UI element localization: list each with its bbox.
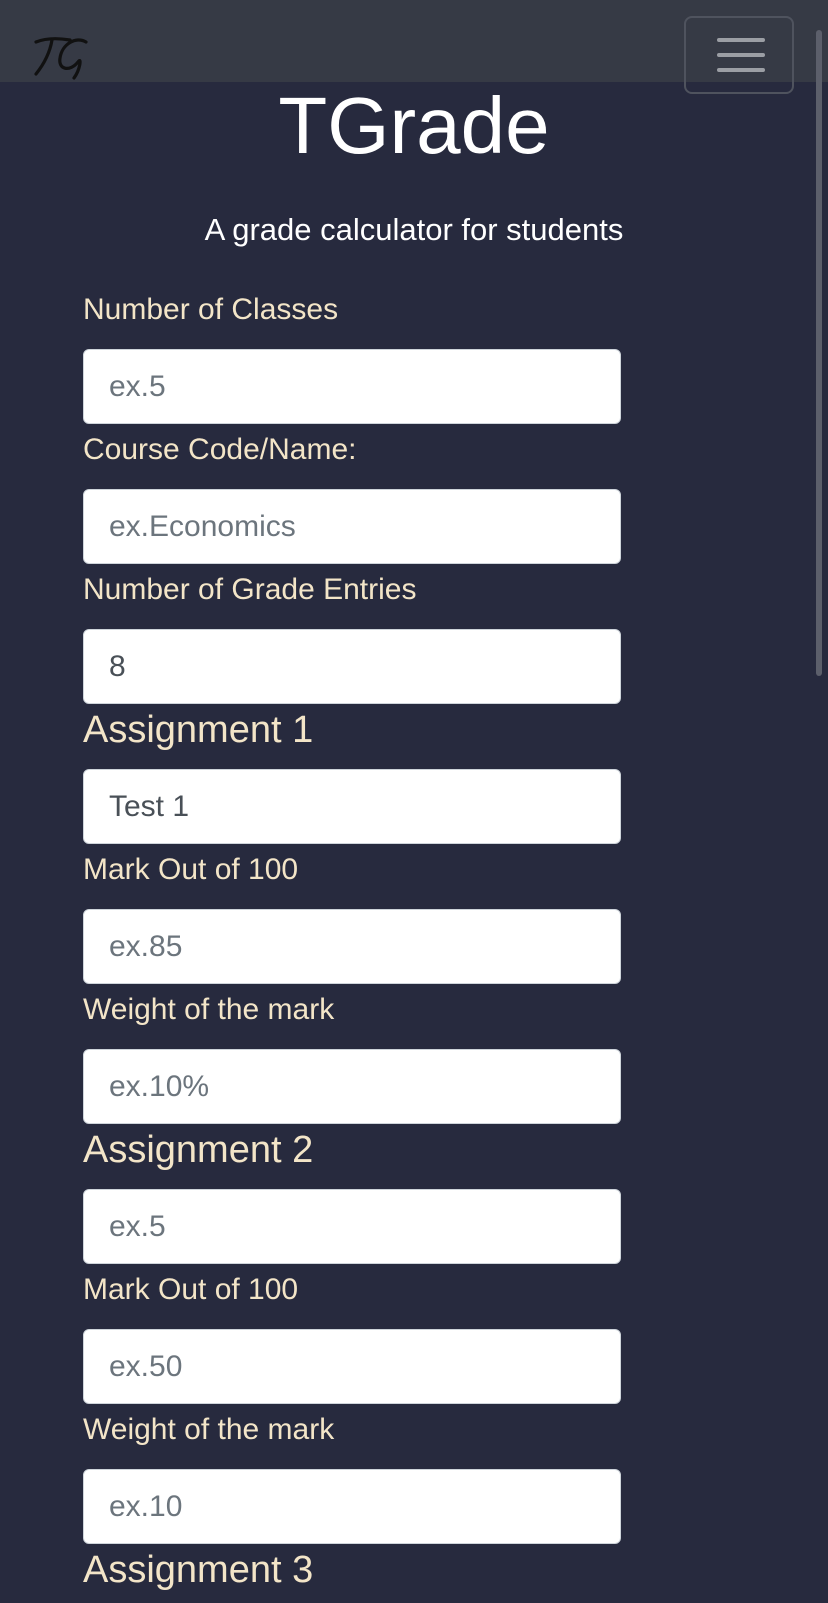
- assignment-2-mark-label: Mark Out of 100: [83, 1273, 299, 1306]
- assignment-1-name-input[interactable]: [83, 769, 621, 844]
- assignment-2-name-input[interactable]: [83, 1189, 621, 1264]
- assignment-1-weight-input[interactable]: [83, 1049, 621, 1124]
- tg-logo[interactable]: [30, 30, 90, 82]
- assignment-2-mark-input[interactable]: [83, 1329, 621, 1404]
- assignment-3-heading: Assignment 3: [83, 1549, 314, 1591]
- assignment-1-weight-label: Weight of the mark: [83, 993, 335, 1026]
- num-classes-input[interactable]: [83, 349, 621, 424]
- num-classes-label: Number of Classes: [83, 293, 339, 326]
- assignment-2-heading: Assignment 2: [83, 1129, 314, 1171]
- assignment-1-mark-input[interactable]: [83, 909, 621, 984]
- course-name-input[interactable]: [83, 489, 621, 564]
- navbar: [0, 0, 828, 94]
- course-name-label: Course Code/Name:: [83, 433, 357, 466]
- assignment-2-weight-input[interactable]: [83, 1469, 621, 1544]
- page-subtitle: A grade calculator for students: [204, 212, 624, 247]
- assignment-2-weight-label: Weight of the mark: [83, 1413, 335, 1446]
- assignment-1-mark-label: Mark Out of 100: [83, 853, 299, 886]
- num-entries-input[interactable]: [83, 629, 621, 704]
- page-title: TGrade: [278, 81, 550, 170]
- num-entries-label: Number of Grade Entries: [83, 573, 417, 606]
- assignment-1-heading: Assignment 1: [83, 709, 314, 751]
